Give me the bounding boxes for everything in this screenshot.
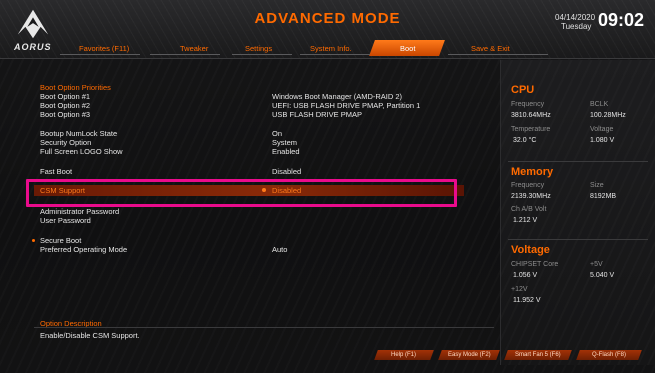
boot-option-3-label[interactable]: Boot Option #3	[40, 110, 90, 119]
chipset-core-value: 1.056 V	[513, 272, 538, 279]
brand-logo-text: AORUS	[14, 42, 52, 52]
cpu-temperature-value: 32.0 °C	[513, 137, 537, 144]
easy-mode-button[interactable]: Easy Mode (F2)	[438, 350, 500, 360]
security-option-value[interactable]: System	[272, 138, 297, 147]
easy-mode-button-label: Easy Mode (F2)	[447, 352, 491, 358]
fast-boot-label[interactable]: Fast Boot	[40, 167, 72, 176]
tab-system-info[interactable]: System Info.	[310, 44, 352, 53]
clock-time: 09:02	[598, 10, 645, 30]
submenu-bullet-icon	[32, 239, 35, 242]
day-text: Tuesday	[561, 22, 592, 31]
tab-divider	[60, 54, 140, 55]
cpu-temperature-label: Temperature	[511, 126, 551, 133]
panel-divider	[508, 161, 648, 162]
qflash-button[interactable]: Q-Flash (F8)	[576, 350, 642, 360]
plus5v-value: 5.040 V	[590, 272, 615, 279]
admin-password-label[interactable]: Administrator Password	[40, 207, 119, 216]
header-bar: AORUS ADVANCED MODE 04/14/2020 Tuesday 0…	[0, 0, 655, 59]
plus5v-label: +5V	[590, 261, 603, 268]
boot-option-1-label[interactable]: Boot Option #1	[40, 92, 90, 101]
tab-divider	[150, 54, 220, 55]
memory-size-label: Size	[590, 182, 604, 189]
logo-show-value[interactable]: Enabled	[272, 147, 300, 156]
numlock-state-label[interactable]: Bootup NumLock State	[40, 129, 117, 138]
user-password-label[interactable]: User Password	[40, 216, 91, 225]
memory-chab-volt-label: Ch A/B Volt	[511, 206, 547, 213]
preferred-os-mode-value[interactable]: Auto	[272, 245, 287, 254]
tab-tweaker[interactable]: Tweaker	[180, 44, 208, 53]
cpu-bclk-label: BCLK	[590, 101, 609, 108]
cpu-frequency-value: 3810.64MHz	[511, 112, 551, 119]
tab-divider	[300, 54, 370, 55]
voltage-heading: Voltage	[511, 244, 550, 256]
boot-option-2-value[interactable]: UEFI: USB FLASH DRIVE PMAP, Partition 1	[272, 101, 420, 110]
tab-favorites[interactable]: Favorites (F11)	[79, 44, 129, 53]
cpu-frequency-label: Frequency	[511, 101, 545, 108]
security-option-label[interactable]: Security Option	[40, 138, 91, 147]
tab-divider	[232, 54, 292, 55]
smart-fan-button[interactable]: Smart Fan 5 (F6)	[504, 350, 572, 360]
description-divider	[34, 327, 494, 328]
preferred-os-mode-label[interactable]: Preferred Operating Mode	[40, 245, 127, 254]
cpu-voltage-value: 1.080 V	[590, 137, 615, 144]
plus12v-value: 11.952 V	[513, 297, 541, 304]
tab-settings[interactable]: Settings	[245, 44, 272, 53]
tab-boot[interactable]: Boot	[400, 44, 415, 53]
help-button[interactable]: Help (F1)	[374, 350, 434, 360]
boot-priorities-heading: Boot Option Priorities	[40, 83, 111, 92]
memory-size-value: 8192MB	[590, 193, 617, 200]
boot-option-3-value[interactable]: USB FLASH DRIVE PMAP	[272, 110, 362, 119]
panel-divider	[508, 239, 648, 240]
smart-fan-button-label: Smart Fan 5 (F6)	[515, 352, 561, 358]
option-description-text: Enable/Disable CSM Support.	[40, 331, 140, 340]
help-button-label: Help (F1)	[391, 352, 417, 358]
numlock-state-value[interactable]: On	[272, 129, 282, 138]
tab-save-exit[interactable]: Save & Exit	[471, 44, 510, 53]
qflash-button-label: Q-Flash (F8)	[591, 352, 626, 358]
memory-frequency-value: 2139.30MHz	[511, 193, 551, 200]
cpu-heading: CPU	[511, 84, 535, 96]
boot-option-2-label[interactable]: Boot Option #2	[40, 101, 90, 110]
cpu-bclk-value: 100.28MHz	[590, 112, 626, 119]
date-text: 04/14/2020	[555, 13, 596, 22]
chipset-core-label: CHIPSET Core	[511, 261, 559, 268]
boot-option-1-value[interactable]: Windows Boot Manager (AMD-RAID 2)	[272, 92, 402, 101]
memory-heading: Memory	[511, 166, 554, 178]
date-display: 04/14/2020 Tuesday	[555, 13, 595, 31]
cpu-voltage-label: Voltage	[590, 126, 614, 133]
fast-boot-value[interactable]: Disabled	[272, 167, 301, 176]
tab-divider	[448, 54, 548, 55]
memory-frequency-label: Frequency	[511, 182, 545, 189]
callout-highlight-box	[26, 179, 457, 207]
memory-chab-volt-value: 1.212 V	[513, 217, 538, 224]
plus12v-label: +12V	[511, 286, 528, 293]
secure-boot-label[interactable]: Secure Boot	[40, 236, 81, 245]
logo-show-label[interactable]: Full Screen LOGO Show	[40, 147, 123, 156]
